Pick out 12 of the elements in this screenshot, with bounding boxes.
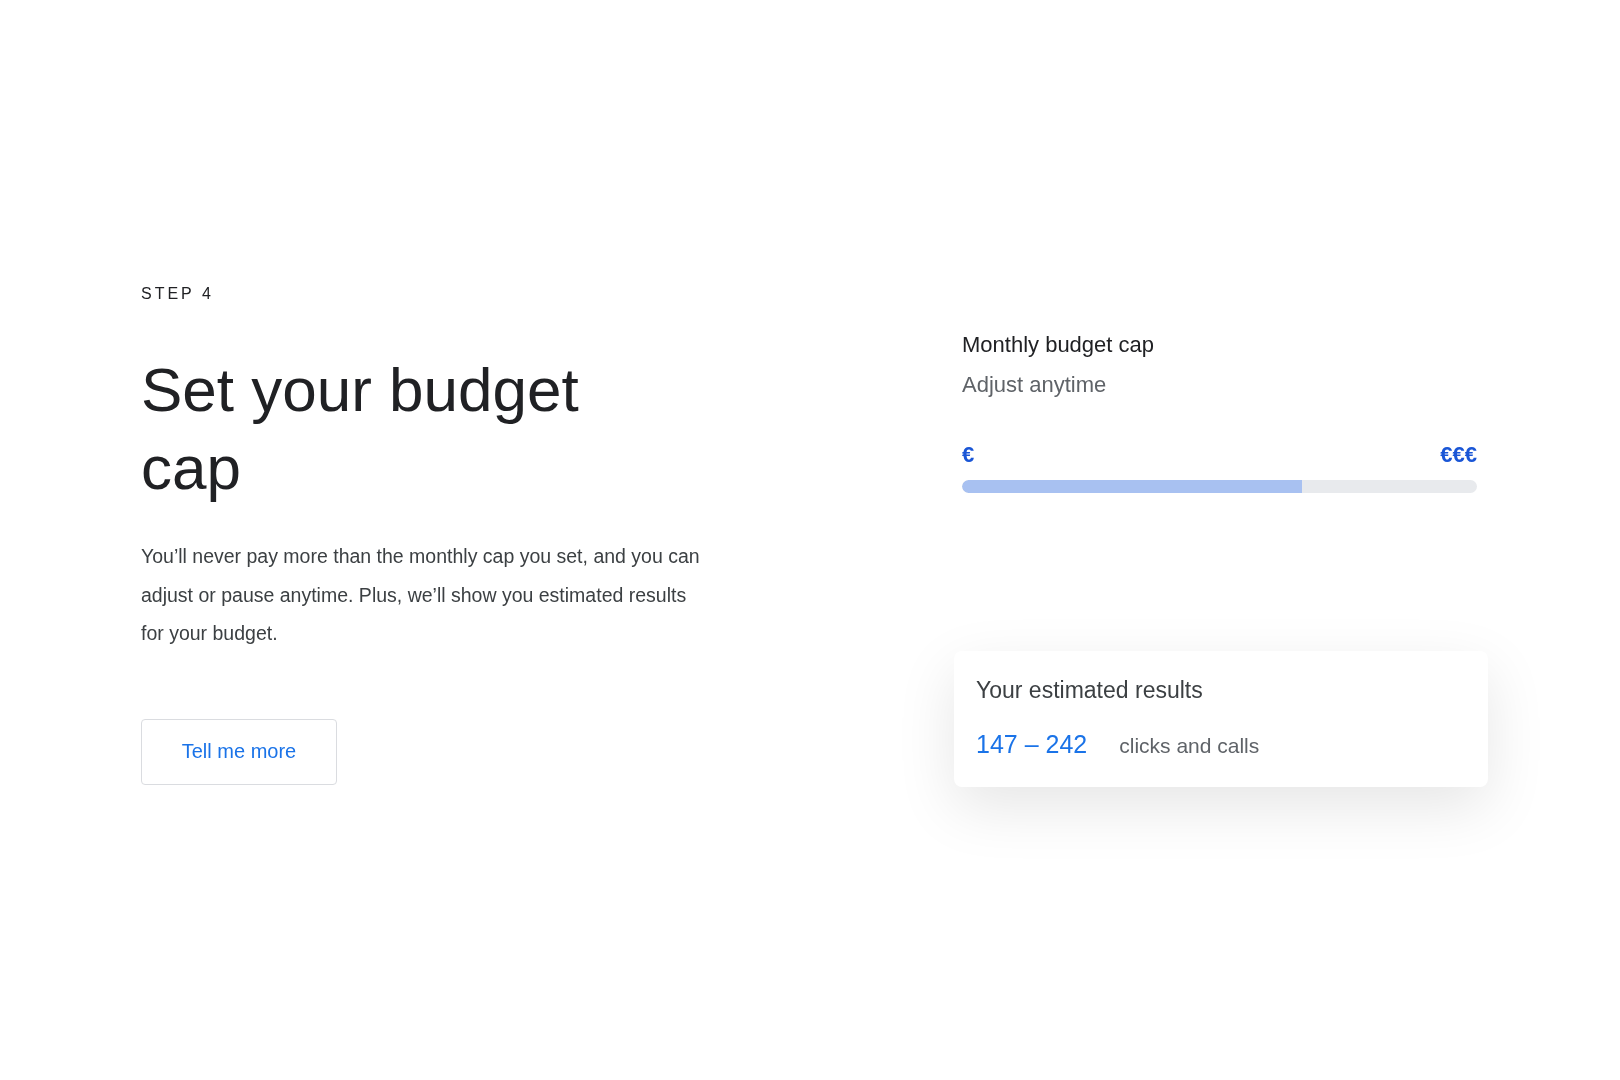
tell-me-more-button[interactable]: Tell me more: [141, 718, 337, 785]
step-label: STEP 4: [141, 285, 215, 303]
min-label: €: [962, 442, 975, 468]
max-label: €€€: [1440, 442, 1477, 468]
budget-title: Monthly budget cap: [962, 332, 1156, 358]
budget-slider-track[interactable]: [962, 480, 1477, 493]
results-title: Your estimated results: [976, 677, 1204, 704]
budget-subtitle: Adjust anytime: [962, 372, 1108, 398]
results-range: 147 – 242: [976, 730, 1088, 759]
results-unit: clicks and calls: [1119, 734, 1260, 758]
description-paragraph: You’ll never pay more than the monthly cap you set, and you can adjust or pause anytime. Plus, we’ll show you estimated results for your budget.: [141, 544, 701, 646]
page-heading: Set your budget cap: [141, 354, 580, 504]
